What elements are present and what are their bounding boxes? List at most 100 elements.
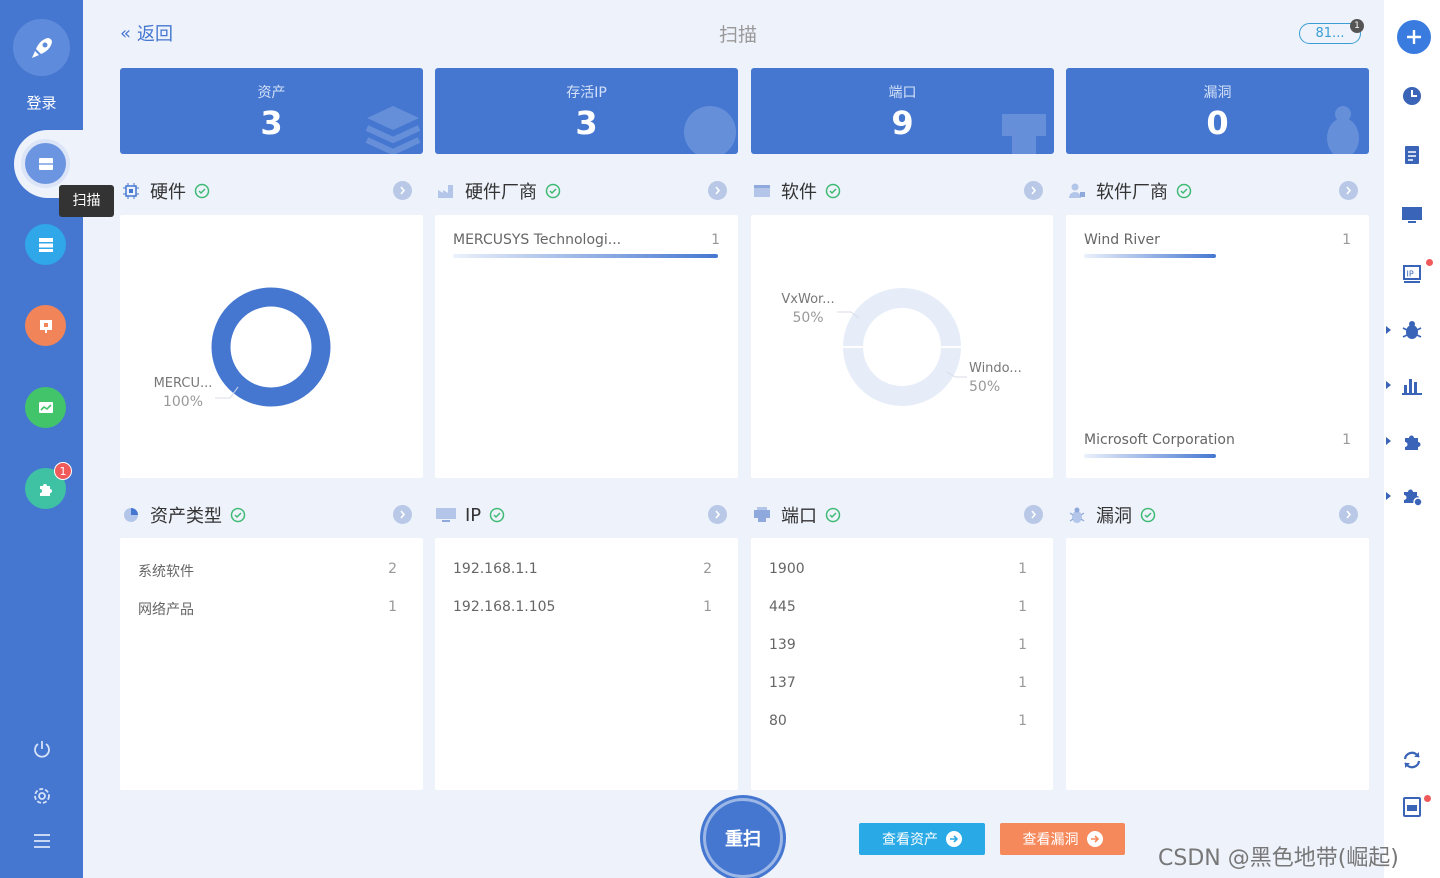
- pie-icon: [120, 504, 142, 526]
- caret-right-icon: [1386, 492, 1391, 500]
- vuln-button[interactable]: [1396, 314, 1428, 346]
- section-more-button[interactable]: [1024, 505, 1043, 524]
- donut-slice[interactable]: [211, 287, 331, 407]
- item-name: 网络产品: [138, 602, 194, 618]
- refresh-button[interactable]: [1396, 744, 1428, 776]
- ip-button[interactable]: IP: [1396, 258, 1428, 290]
- list-item[interactable]: 网络产品 1: [138, 599, 397, 619]
- slice-percent: 50%: [969, 379, 1001, 395]
- login-label[interactable]: 登录: [0, 92, 83, 113]
- list-item[interactable]: 192.168.1.105 1: [453, 599, 712, 619]
- section-more-button[interactable]: [1339, 181, 1358, 200]
- section-software: 软件: [751, 176, 1043, 206]
- plugin-settings-button[interactable]: [1396, 480, 1428, 512]
- code-window-icon: [751, 180, 773, 202]
- view-assets-button[interactable]: 查看资产: [859, 823, 985, 855]
- settings-button[interactable]: [28, 782, 56, 810]
- stat-card-assets[interactable]: 资产 3: [120, 68, 423, 154]
- stat-label: 存活IP: [566, 85, 607, 101]
- stat-card-live-ip[interactable]: 存活IP 3: [435, 68, 738, 154]
- item-bar: [453, 254, 718, 258]
- section-hardware: 硬件: [120, 176, 412, 206]
- section-more-button[interactable]: [1339, 505, 1358, 524]
- nav-monitor[interactable]: [25, 387, 66, 428]
- history-icon: [1403, 87, 1421, 105]
- bug-icon: [1327, 106, 1359, 154]
- gear-icon: [34, 788, 50, 804]
- list-item[interactable]: 系统软件 2: [138, 561, 397, 581]
- stats-button[interactable]: [1396, 369, 1428, 401]
- list-item[interactable]: 137 1: [769, 675, 1027, 695]
- puzzle-gear-icon: [1404, 489, 1423, 507]
- check-circle-icon: [825, 507, 841, 523]
- slice-percent: 50%: [792, 310, 824, 326]
- section-title: IP: [465, 504, 482, 526]
- list-item[interactable]: 80 1: [769, 713, 1027, 733]
- desktop-button[interactable]: [1396, 199, 1428, 231]
- section-more-button[interactable]: [1024, 181, 1043, 200]
- asset-type-panel: 系统软件 2 网络产品 1: [120, 538, 423, 790]
- app-logo[interactable]: [13, 19, 70, 76]
- nav-report[interactable]: [25, 305, 66, 346]
- item-name: Wind River: [1084, 232, 1160, 248]
- item-name: 1900: [769, 561, 805, 577]
- refresh-icon: [1403, 751, 1421, 769]
- port-icon: [1002, 114, 1046, 154]
- document-button[interactable]: [1396, 139, 1428, 171]
- chevron-right-icon: [1346, 186, 1352, 195]
- add-button[interactable]: [1397, 20, 1431, 54]
- plugin-button[interactable]: [1396, 425, 1428, 457]
- section-hardware-vendor: 硬件厂商: [435, 176, 727, 206]
- item-name: MERCUSYS Technologi...: [453, 232, 622, 248]
- button-label: 查看资产: [882, 832, 938, 848]
- scan-icon: [38, 157, 53, 170]
- ip-panel: 192.168.1.1 2 192.168.1.105 1: [435, 538, 738, 790]
- hardware-chart-panel: MERCU... 100%: [120, 215, 423, 478]
- stat-label: 漏洞: [1203, 85, 1232, 101]
- section-more-button[interactable]: [393, 505, 412, 524]
- list-item[interactable]: 445 1: [769, 599, 1027, 619]
- software-chart-label: Windo... 50%: [969, 359, 1029, 397]
- list-item[interactable]: 192.168.1.1 2: [453, 561, 712, 581]
- check-circle-icon: [1140, 507, 1156, 523]
- list-item[interactable]: 1900 1: [769, 561, 1027, 581]
- hardware-vendor-panel: MERCUSYS Technologi... 1: [435, 215, 738, 478]
- menu-button[interactable]: [28, 827, 56, 855]
- view-vulns-button[interactable]: 查看漏洞: [1000, 823, 1125, 855]
- caret-right-icon: [1386, 326, 1391, 334]
- list-item[interactable]: 139 1: [769, 637, 1027, 657]
- slice-name: Windo...: [969, 361, 1022, 376]
- nav-tooltip: 扫描: [59, 185, 114, 217]
- item-name: 445: [769, 599, 796, 615]
- nav-assets[interactable]: [25, 224, 66, 265]
- right-toolbar: IP: [1384, 0, 1440, 878]
- section-more-button[interactable]: [393, 181, 412, 200]
- rescan-button[interactable]: 重扫: [703, 798, 783, 878]
- presentation-icon: [39, 319, 52, 333]
- port-icon: [751, 504, 773, 526]
- stat-card-vulns[interactable]: 漏洞 0: [1066, 68, 1369, 154]
- slice-name: VxWor...: [781, 292, 835, 307]
- power-button[interactable]: [28, 735, 56, 763]
- bar-chart-icon: [1402, 379, 1422, 395]
- stat-card-ports[interactable]: 端口 9: [751, 68, 1054, 154]
- item-name: 系统软件: [138, 564, 194, 580]
- back-button[interactable]: « 返回: [120, 20, 173, 46]
- bug-icon: [1402, 321, 1422, 339]
- svg-text:IP: IP: [1407, 270, 1414, 279]
- plugins-badge: 1: [54, 462, 72, 480]
- puzzle-icon: [39, 483, 52, 496]
- nav-scan[interactable]: [25, 143, 66, 184]
- slice-name: MERCU...: [153, 376, 213, 391]
- section-more-button[interactable]: [708, 181, 727, 200]
- chevron-right-icon: [1031, 510, 1037, 519]
- chevron-right-icon: [1031, 186, 1037, 195]
- ip-icon: [684, 106, 736, 154]
- item-count: 1: [388, 599, 397, 615]
- menu-icon: [34, 834, 50, 848]
- history-button[interactable]: [1396, 80, 1428, 112]
- section-more-button[interactable]: [708, 505, 727, 524]
- item-count: 1: [1342, 432, 1351, 448]
- software-chart-label: VxWor... 50%: [775, 290, 841, 328]
- log-button[interactable]: [1396, 791, 1428, 823]
